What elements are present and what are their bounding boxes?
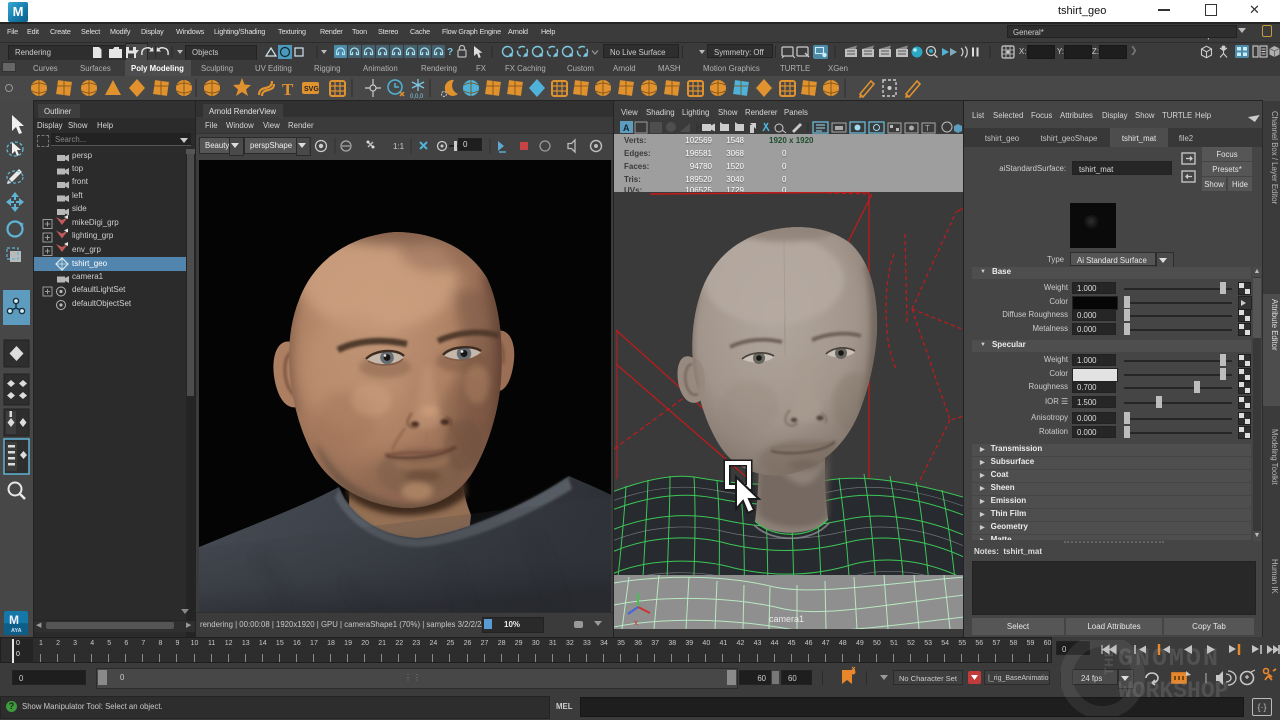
svg-text:SVG: SVG (304, 86, 319, 93)
svg-text:M: M (9, 613, 19, 627)
svg-text:T: T (925, 124, 930, 133)
svg-text:T: T (282, 80, 294, 99)
svg-text:camera1: camera1 (769, 614, 804, 624)
svg-text:AYA: AYA (11, 628, 22, 634)
svg-text:A: A (623, 123, 630, 133)
svg-text:x: x (634, 618, 638, 627)
svg-text:1:1: 1:1 (393, 142, 405, 151)
svg-text:0,0,0: 0,0,0 (410, 94, 424, 100)
